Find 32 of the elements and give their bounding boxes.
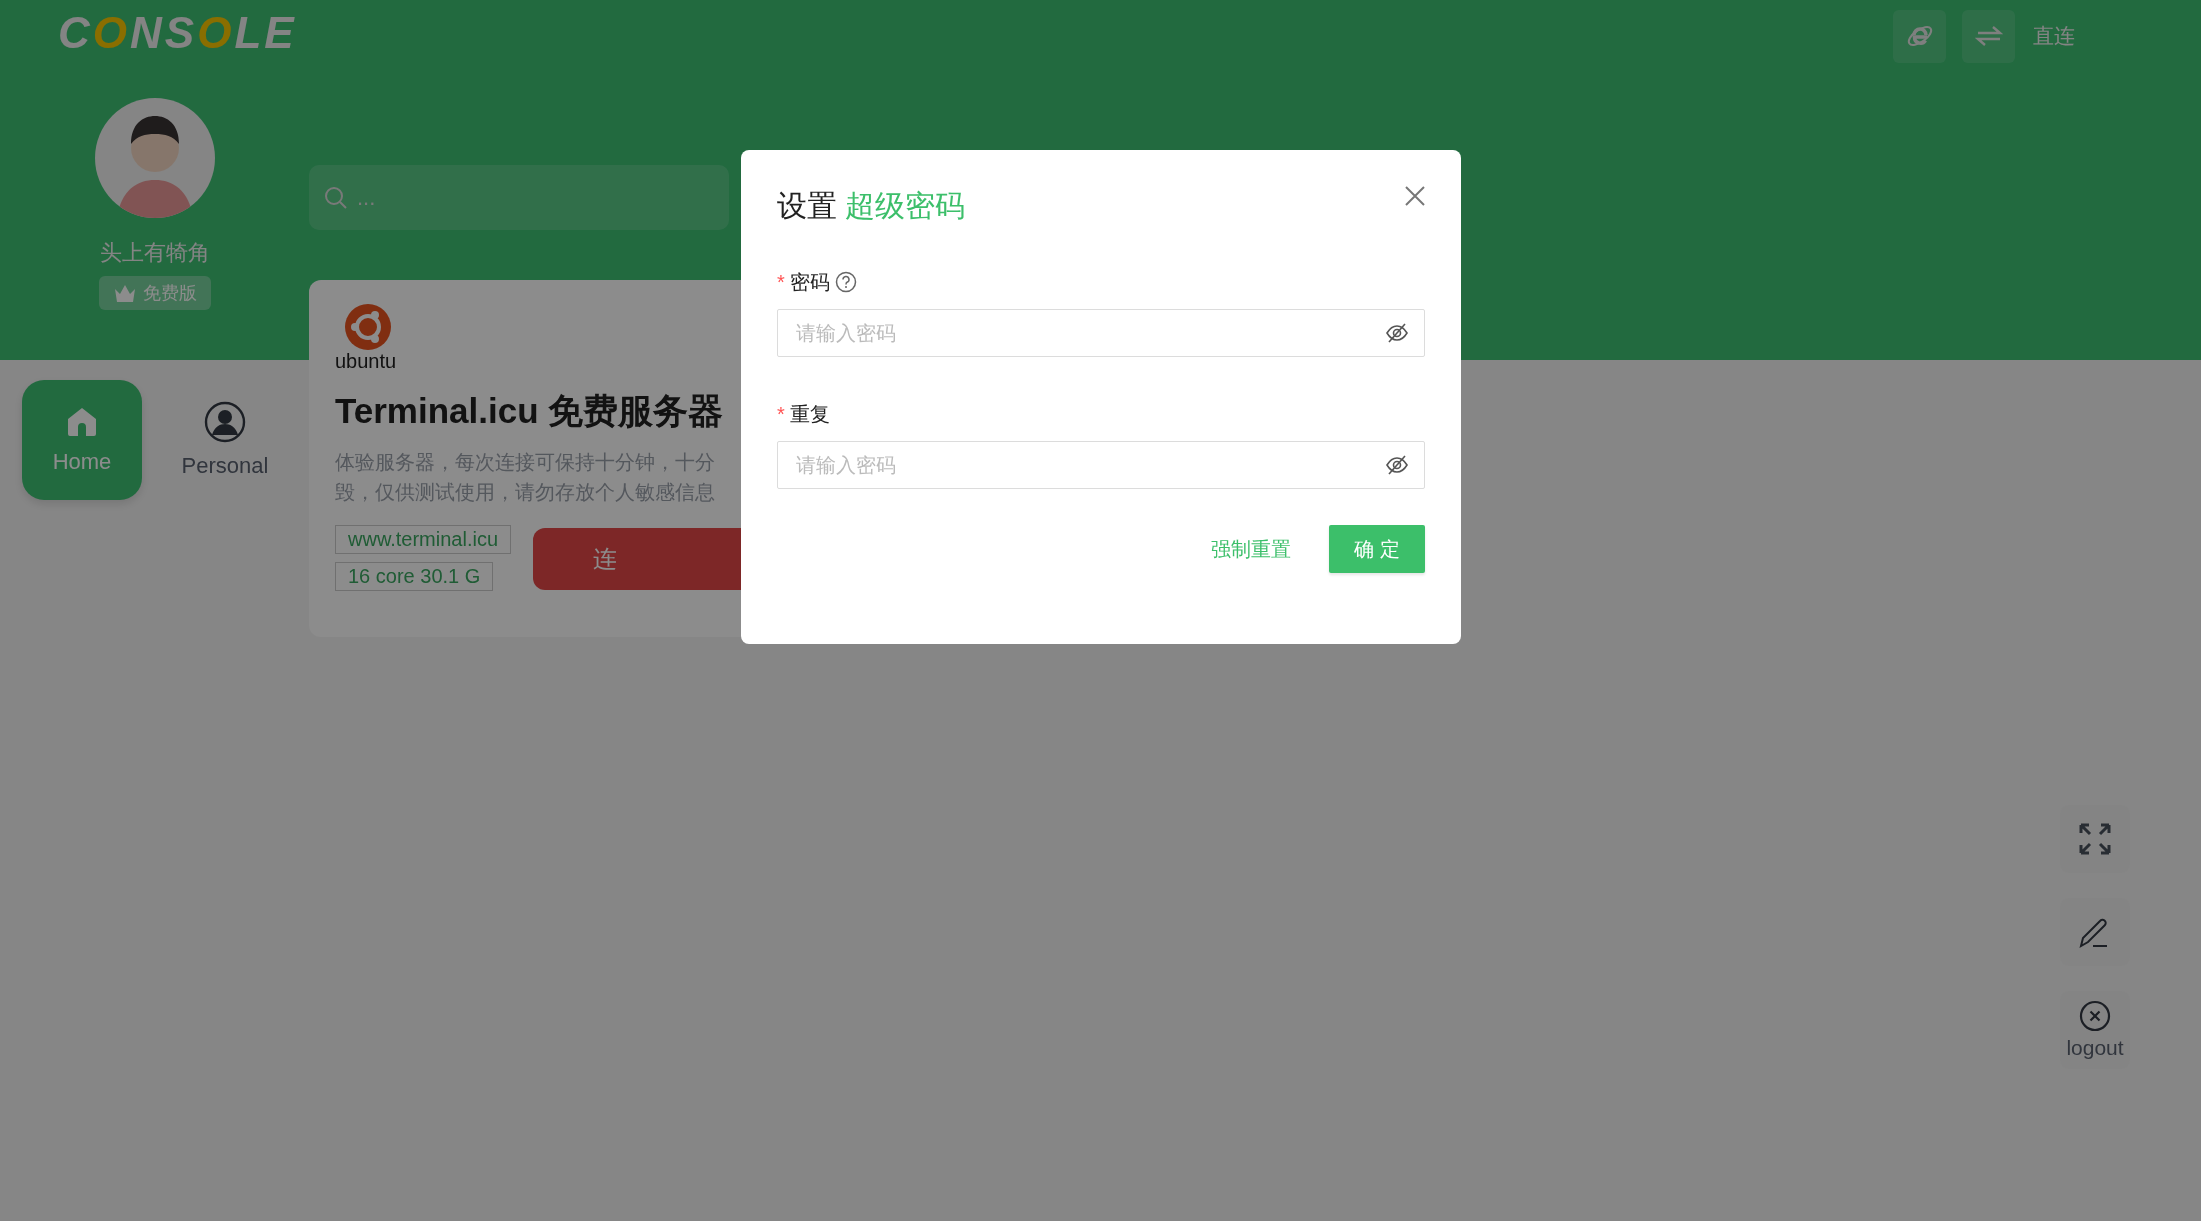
- server-description: 毁，仅供测试使用，请勿存放个人敏感信息: [335, 480, 716, 505]
- required-mark: *: [777, 402, 785, 426]
- os-label: ubuntu: [335, 350, 397, 372]
- user-icon: [204, 401, 246, 443]
- nav-tab[interactable]: Home: [22, 380, 142, 500]
- close-circle-icon: [2079, 1000, 2111, 1032]
- logo: CONSOLE: [58, 8, 297, 58]
- field-label: 密码: [789, 269, 830, 295]
- eye-slash-icon[interactable]: [1385, 453, 1409, 477]
- plan-label: 免费版: [142, 282, 197, 305]
- server-tag: www.terminal.icu: [335, 525, 512, 554]
- confirm-button[interactable]: 确 定: [1329, 525, 1425, 573]
- help-icon: [834, 271, 857, 293]
- password-field[interactable]: 请输入密码: [777, 309, 1425, 357]
- connection-mode: 直连: [2033, 23, 2075, 49]
- server-description: 体验服务器，每次连接可保持十分钟，十分: [335, 450, 716, 475]
- connect-button[interactable]: 连: [533, 528, 741, 590]
- close-icon: [1405, 186, 1425, 206]
- search-icon: [323, 185, 349, 211]
- dialog-title: 设置 超级密码: [777, 188, 966, 224]
- server-title: Terminal.icu 免费服务器: [335, 390, 725, 432]
- ubuntu-logo-icon: [345, 304, 391, 350]
- required-mark: *: [777, 270, 785, 294]
- crown-icon: [112, 283, 137, 303]
- fullscreen-icon: [2077, 821, 2113, 857]
- home-icon: [65, 405, 99, 439]
- force-reset-button[interactable]: 强制重置: [1211, 535, 1291, 563]
- server-tag: 16 core 30.1 G: [335, 562, 494, 591]
- field-label: 重复: [789, 401, 830, 427]
- eye-slash-icon[interactable]: [1385, 321, 1409, 345]
- user-name: 头上有犄角: [99, 239, 210, 267]
- password-field[interactable]: 请输入密码: [777, 441, 1425, 489]
